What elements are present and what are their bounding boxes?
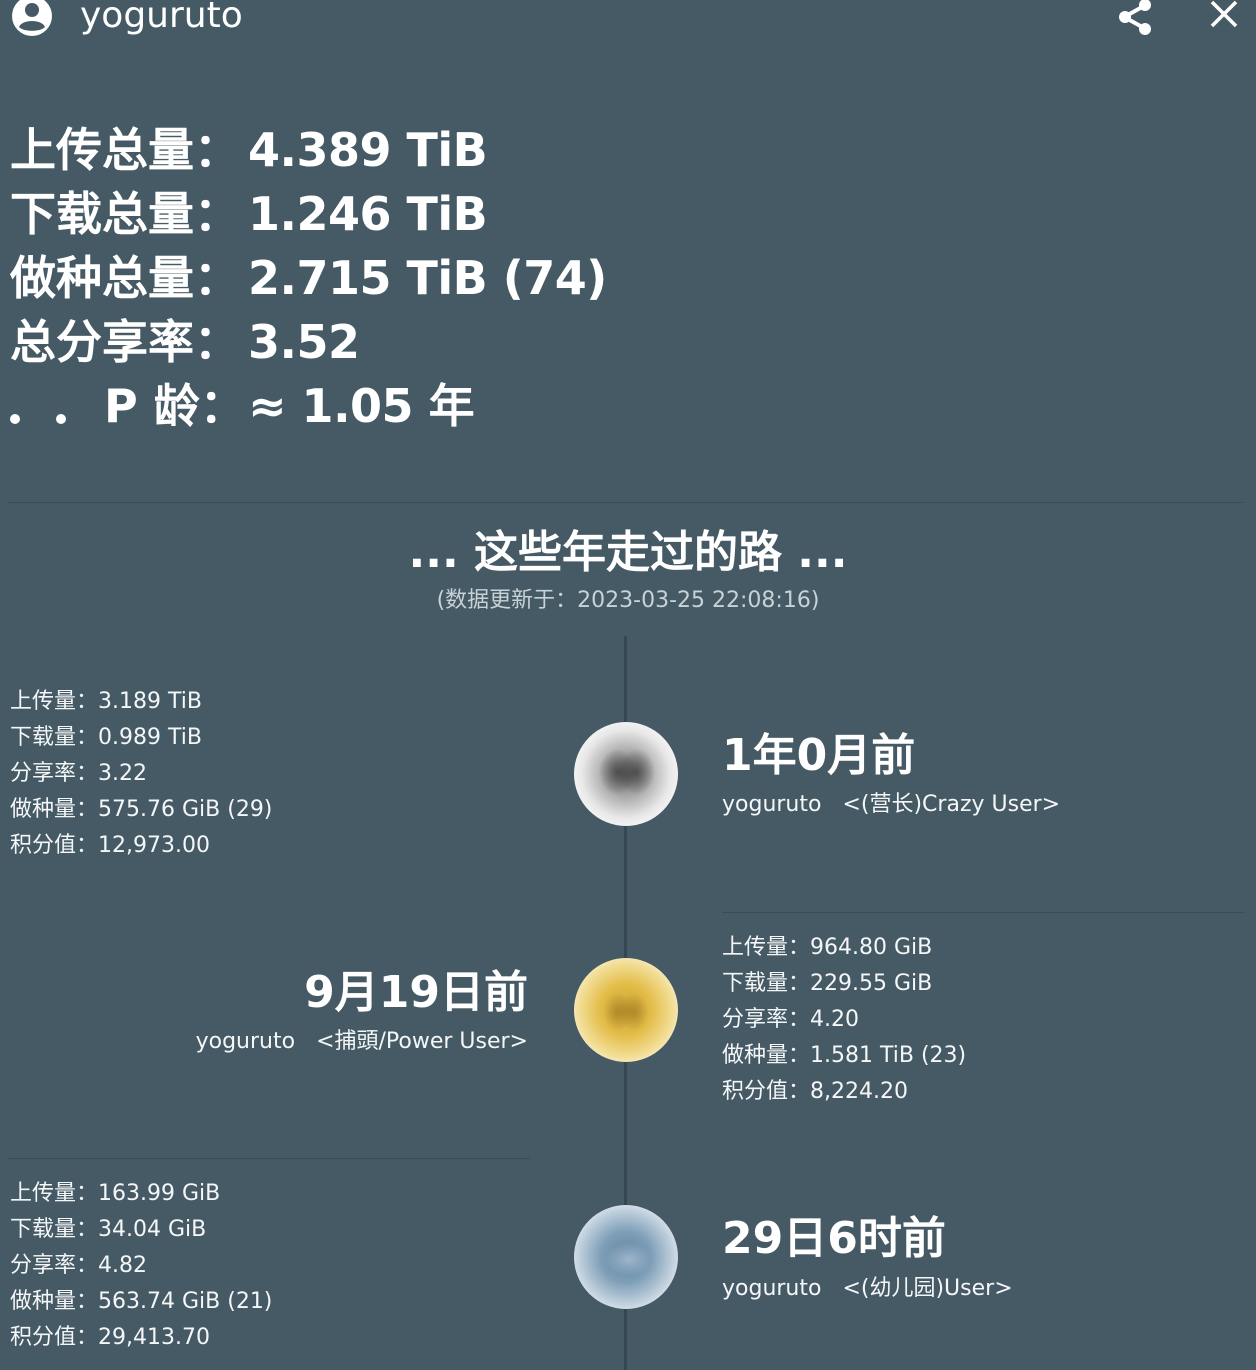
entry-2-time-ago: 9月19日前 [304, 967, 528, 1018]
stat-label: 上传量： [722, 935, 811, 960]
class-badge-detail [574, 722, 678, 826]
spacer-dot [56, 414, 66, 424]
account-circle-icon [10, 0, 54, 38]
stat-label: 下载量： [722, 971, 811, 996]
totals-summary: 上传总量： 4.389 TiB 下载总量： 1.246 TiB 做种总量： 2.… [10, 118, 607, 438]
entry-3-time-ago: 29日6时前 [722, 1213, 946, 1264]
class-badge-detail [574, 958, 678, 1062]
stat-value: 563.74 GiB (21) [98, 1289, 273, 1314]
stat-label: 积分值： [10, 833, 99, 858]
total-upload-value: 4.389 TiB [248, 123, 488, 177]
section-divider [8, 502, 1244, 503]
class-badge-icon [574, 1205, 678, 1309]
entry-divider [8, 1158, 530, 1159]
total-ratio-value: 3.52 [248, 315, 360, 369]
stat-row: 上传量：3.189 TiB [10, 684, 272, 720]
stat-row: 积分值：29,413.70 [10, 1320, 272, 1356]
stat-label: 积分值： [722, 1079, 811, 1104]
stat-value: 964.80 GiB [810, 935, 933, 960]
stat-value: 229.55 GiB [810, 971, 933, 996]
stat-row: 做种量：1.581 TiB (23) [722, 1038, 966, 1074]
entry-divider [722, 912, 1244, 913]
total-upload-label: 上传总量： [10, 123, 240, 177]
total-seeding-value: 2.715 TiB (74) [248, 251, 607, 305]
spacer-dot [10, 414, 20, 424]
stat-label: 积分值： [10, 1325, 99, 1350]
total-age-value: ≈ 1.05 年 [248, 379, 475, 433]
total-age-row: P 龄： ≈ 1.05 年 [10, 374, 607, 438]
entry-2-user-class: yoguruto <捕頭/Power User> [196, 1027, 528, 1057]
stat-label: 分享率： [10, 1253, 99, 1278]
class-badge-icon [574, 722, 678, 826]
entry-1-stats: 上传量：3.189 TiB 下载量：0.989 TiB 分享率：3.22 做种量… [10, 684, 272, 864]
stat-label: 做种量： [722, 1043, 811, 1068]
entry-class: <(营长)Crazy User> [842, 792, 1061, 817]
entry-1-time-ago: 1年0月前 [722, 730, 916, 781]
entry-username: yoguruto [722, 792, 822, 817]
stat-row: 做种量：563.74 GiB (21) [10, 1284, 272, 1320]
header-username: yoguruto [80, 0, 243, 36]
total-seeding-label: 做种总量： [10, 251, 240, 305]
stat-row: 分享率：4.82 [10, 1248, 272, 1284]
stat-value: 575.76 GiB (29) [98, 797, 273, 822]
total-ratio-label: 总分享率： [10, 315, 240, 369]
stat-value: 4.82 [98, 1253, 147, 1278]
entry-class: <捕頭/Power User> [316, 1029, 528, 1054]
stat-row: 分享率：4.20 [722, 1002, 966, 1038]
entry-username: yoguruto [195, 1029, 296, 1054]
stat-label: 下载量： [10, 725, 99, 750]
stat-value: 8,224.20 [810, 1079, 908, 1104]
stat-row: 下载量：34.04 GiB [10, 1212, 272, 1248]
stat-label: 做种量： [10, 1289, 99, 1314]
stat-label: 上传量： [10, 689, 99, 714]
share-icon[interactable] [1114, 0, 1158, 40]
stat-row: 分享率：3.22 [10, 756, 272, 792]
stat-row: 积分值：12,973.00 [10, 828, 272, 864]
stat-value: 1.581 TiB (23) [810, 1043, 967, 1068]
class-badge-icon [574, 958, 678, 1062]
total-download-row: 下载总量： 1.246 TiB [10, 182, 607, 246]
total-seeding-row: 做种总量： 2.715 TiB (74) [10, 246, 607, 310]
total-download-label: 下载总量： [10, 187, 240, 241]
total-upload-row: 上传总量： 4.389 TiB [10, 118, 607, 182]
total-download-value: 1.246 TiB [248, 187, 488, 241]
entry-2-stats: 上传量：964.80 GiB 下载量：229.55 GiB 分享率：4.20 做… [722, 930, 966, 1110]
timeline-updated-time: (数据更新于：2023-03-25 22:08:16) [436, 588, 820, 613]
close-icon[interactable] [1204, 0, 1244, 36]
stat-value: 12,973.00 [98, 833, 210, 858]
entry-3-user-class: yoguruto <(幼儿园)User> [722, 1274, 1013, 1304]
stat-row: 做种量：575.76 GiB (29) [10, 792, 272, 828]
class-badge-detail [574, 1205, 678, 1309]
stat-label: 做种量： [10, 797, 99, 822]
total-age-label-wrap: P 龄： [10, 374, 248, 438]
stat-label: 分享率： [722, 1007, 811, 1032]
entry-class: <(幼儿园)User> [842, 1276, 1013, 1301]
stat-value: 0.989 TiB [98, 725, 202, 750]
stat-value: 34.04 GiB [98, 1217, 207, 1242]
stat-value: 29,413.70 [98, 1325, 210, 1350]
stat-label: 分享率： [10, 761, 99, 786]
stat-row: 下载量：229.55 GiB [722, 966, 966, 1002]
timeline-title: ... 这些年走过的路 ... [408, 527, 848, 578]
stat-label: 上传量： [10, 1181, 99, 1206]
entry-3-stats: 上传量：163.99 GiB 下载量：34.04 GiB 分享率：4.82 做种… [10, 1176, 272, 1356]
stat-value: 3.22 [98, 761, 147, 786]
stat-value: 163.99 GiB [98, 1181, 221, 1206]
stat-row: 下载量：0.989 TiB [10, 720, 272, 756]
total-age-label: P 龄： [104, 379, 246, 433]
entry-username: yoguruto [722, 1276, 822, 1301]
total-ratio-row: 总分享率： 3.52 [10, 310, 607, 374]
user-stats-page: yoguruto 上传总量： 4.389 TiB 下载总量： 1.246 TiB… [0, 0, 1256, 1370]
stat-row: 积分值：8,224.20 [722, 1074, 966, 1110]
stat-value: 3.189 TiB [98, 689, 202, 714]
stat-value: 4.20 [810, 1007, 859, 1032]
stat-label: 下载量： [10, 1217, 99, 1242]
stat-row: 上传量：163.99 GiB [10, 1176, 272, 1212]
entry-1-user-class: yoguruto <(营长)Crazy User> [722, 790, 1060, 820]
stat-row: 上传量：964.80 GiB [722, 930, 966, 966]
